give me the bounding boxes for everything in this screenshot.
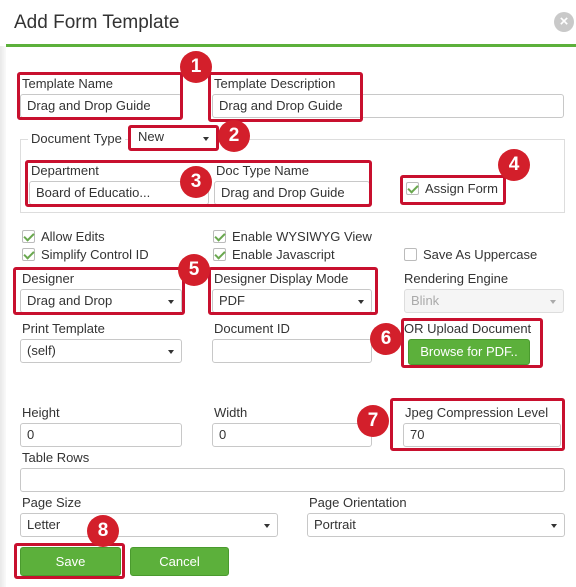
document-type-label: Document Type <box>28 131 125 146</box>
print-template-value: (self) <box>27 343 56 358</box>
annotation-box-4 <box>400 175 506 205</box>
page-size-select[interactable]: Letter <box>20 513 278 537</box>
rendering-engine-label: Rendering Engine <box>404 271 509 286</box>
chevron-down-icon <box>168 350 174 354</box>
height-label: Height <box>22 405 60 420</box>
enable-wysiwyg-checkbox[interactable]: Enable WYSIWYG View <box>213 229 372 244</box>
check-icon <box>22 248 35 261</box>
annotation-badge-6: 6 <box>370 323 402 355</box>
enable-javascript-label: Enable Javascript <box>232 247 335 262</box>
save-as-uppercase-label: Save As Uppercase <box>423 247 538 262</box>
chevron-down-icon <box>264 524 270 528</box>
annotation-box-5b <box>208 267 378 315</box>
annotation-badge-3: 3 <box>180 166 212 198</box>
check-icon <box>213 230 226 243</box>
chevron-down-icon <box>551 524 557 528</box>
annotation-badge-4: 4 <box>498 149 530 181</box>
check-icon <box>22 230 35 243</box>
annotation-box-2 <box>128 125 219 151</box>
page-size-value: Letter <box>27 517 61 532</box>
width-input[interactable]: 0 <box>212 423 372 447</box>
annotation-box-7 <box>390 398 565 451</box>
simplify-control-id-checkbox[interactable]: Simplify Control ID <box>22 247 149 262</box>
chevron-down-icon <box>550 300 556 304</box>
print-template-label: Print Template <box>22 321 105 336</box>
page-orientation-label: Page Orientation <box>309 495 407 510</box>
annotation-badge-2: 2 <box>218 120 250 152</box>
document-id-input[interactable] <box>212 339 372 363</box>
dialog-header: Add Form Template × <box>0 0 576 46</box>
annotation-box-5 <box>13 267 185 315</box>
annotation-box-1b <box>208 72 363 122</box>
annotation-badge-5: 5 <box>178 254 210 286</box>
checkbox-empty-icon <box>404 248 417 261</box>
dialog-title: Add Form Template <box>14 12 180 33</box>
save-as-uppercase-checkbox[interactable]: Save As Uppercase <box>404 247 537 262</box>
allow-edits-label: Allow Edits <box>41 229 105 244</box>
enable-javascript-checkbox[interactable]: Enable Javascript <box>213 247 335 262</box>
table-rows-input[interactable] <box>20 468 565 492</box>
page-size-label: Page Size <box>22 495 82 510</box>
enable-wysiwyg-label: Enable WYSIWYG View <box>232 229 372 244</box>
annotation-box-1 <box>17 72 183 120</box>
page-orientation-value: Portrait <box>314 517 356 532</box>
header-divider <box>6 44 576 47</box>
annotation-box-6 <box>401 318 543 368</box>
simplify-control-id-label: Simplify Control ID <box>41 247 149 262</box>
page-orientation-select[interactable]: Portrait <box>307 513 565 537</box>
table-rows-label: Table Rows <box>22 450 90 465</box>
annotation-badge-8: 8 <box>87 515 119 547</box>
close-icon[interactable]: × <box>554 12 574 32</box>
rendering-engine-select: Blink <box>404 289 564 313</box>
annotation-badge-7: 7 <box>357 405 389 437</box>
annotation-badge-1: 1 <box>180 51 212 83</box>
annotation-box-8 <box>14 543 125 579</box>
check-icon <box>213 248 226 261</box>
document-id-label: Document ID <box>214 321 290 336</box>
rendering-engine-value: Blink <box>411 293 440 308</box>
height-input[interactable]: 0 <box>20 423 182 447</box>
cancel-button[interactable]: Cancel <box>130 547 229 576</box>
dialog-left-shadow <box>0 44 6 587</box>
allow-edits-checkbox[interactable]: Allow Edits <box>22 229 105 244</box>
print-template-select[interactable]: (self) <box>20 339 182 363</box>
width-label: Width <box>214 405 248 420</box>
